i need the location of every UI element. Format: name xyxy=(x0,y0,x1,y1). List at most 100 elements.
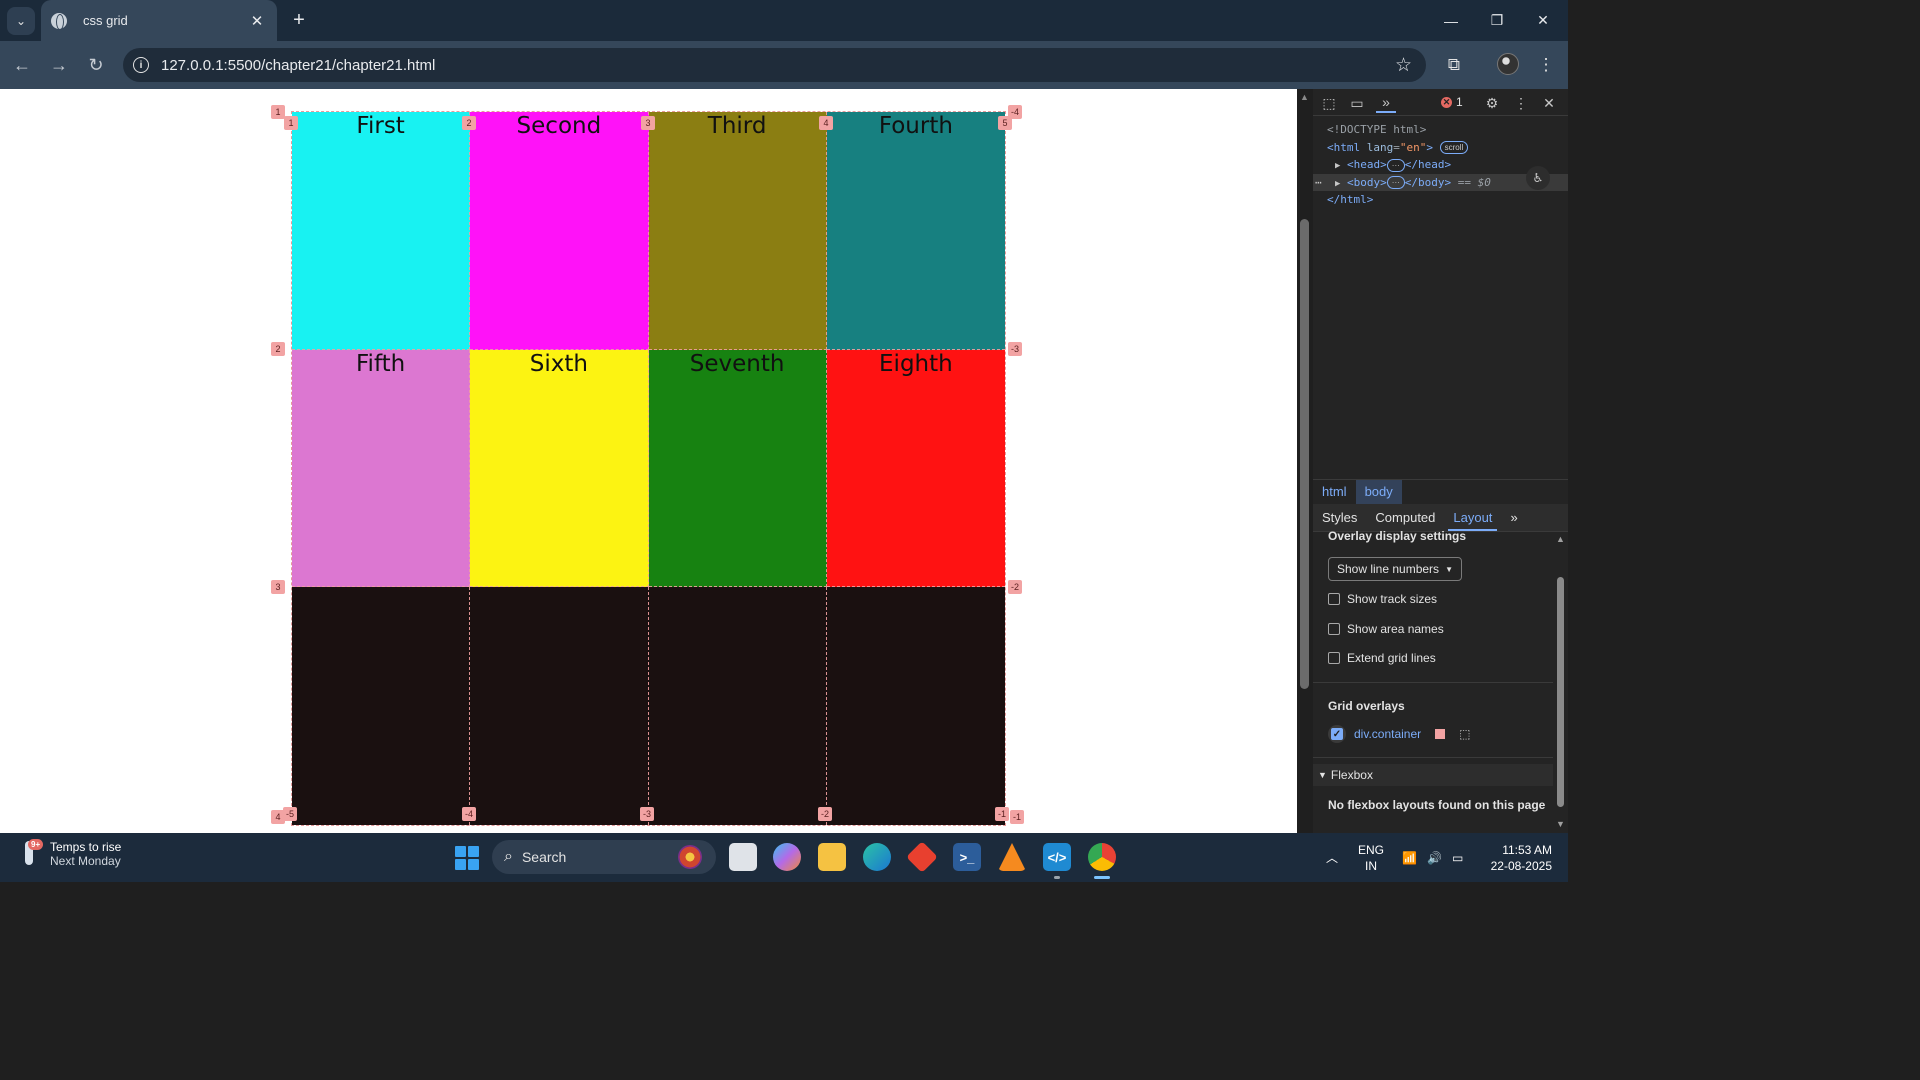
html-tag: <html xyxy=(1327,140,1361,154)
restore-icon[interactable]: ❐ xyxy=(1474,0,1520,41)
grid-line-badge: 2 xyxy=(271,342,285,356)
search-icon: ⌕ xyxy=(504,848,513,865)
grid-line-badge: 3 xyxy=(641,116,655,130)
grid-line-badge: 3 xyxy=(271,580,285,594)
overlay-settings-heading: Overlay display settings xyxy=(1328,529,1467,543)
dom-html-close[interactable]: </html> xyxy=(1313,191,1568,209)
devtools-menu-icon[interactable]: ⋮ xyxy=(1511,93,1531,113)
more-tabs-chevron-icon[interactable]: » xyxy=(1376,93,1396,113)
devtools-panel: ⬚ ▭ » ✕ 1 ⚙ ⋮ ✕ <!DOCTYPE html> <html la… xyxy=(1313,89,1568,833)
vlc-icon[interactable] xyxy=(998,843,1026,871)
tray-overflow-chevron-icon[interactable]: ︿ xyxy=(1326,833,1338,882)
grid-line-badge: -1 xyxy=(1010,810,1024,824)
page-scrollbar-thumb[interactable] xyxy=(1300,219,1309,689)
system-clock[interactable]: 11:53 AM 22-08-2025 xyxy=(1482,842,1552,874)
flexbox-section-header[interactable]: ▼ Flexbox xyxy=(1313,764,1553,786)
lang-attr: lang xyxy=(1366,140,1394,154)
expand-triangle-icon[interactable]: ▶ xyxy=(1335,179,1340,189)
window-close-icon[interactable]: ✕ xyxy=(1520,0,1566,41)
overlay-color-swatch[interactable] xyxy=(1435,729,1446,739)
bookmark-star-icon[interactable]: ☆ xyxy=(1395,54,1412,77)
minimize-icon[interactable]: — xyxy=(1428,0,1474,41)
volume-icon[interactable]: 🔊 xyxy=(1427,833,1442,882)
tab-layout[interactable]: Layout xyxy=(1444,504,1501,532)
extensions-puzzle-icon[interactable]: ⧉ xyxy=(1440,51,1468,79)
breadcrumb: html body xyxy=(1313,479,1568,504)
grid-overlay-item[interactable]: ✓ div.container ⬚ xyxy=(1328,725,1471,743)
grid-item-label: Fifth xyxy=(356,350,406,377)
wifi-icon[interactable]: 📶 xyxy=(1402,833,1417,882)
device-toolbar-icon[interactable]: ▭ xyxy=(1347,93,1367,113)
checkbox[interactable] xyxy=(1328,652,1340,664)
grid-item-1: First xyxy=(292,112,471,350)
taskbar-search-box[interactable]: ⌕ Search xyxy=(492,840,716,874)
search-highlight-icon xyxy=(678,845,702,869)
devtools-close-icon[interactable]: ✕ xyxy=(1539,93,1559,113)
start-windows-icon[interactable] xyxy=(455,846,479,870)
input-language-indicator[interactable]: ENG IN xyxy=(1358,842,1384,874)
vscode-icon[interactable]: </> xyxy=(1043,843,1071,879)
url-text[interactable]: 127.0.0.1:5500/chapter21/chapter21.html xyxy=(161,57,1395,74)
edge-browser-icon[interactable] xyxy=(863,843,891,871)
browser-tab[interactable]: css grid ✕ xyxy=(41,0,277,41)
checkbox[interactable] xyxy=(1328,593,1340,605)
file-explorer-icon[interactable] xyxy=(818,843,846,871)
line-label-select[interactable]: Show line numbers ▼ xyxy=(1328,557,1462,581)
scroll-up-arrow-icon[interactable]: ▲ xyxy=(1556,534,1565,544)
profile-avatar[interactable] xyxy=(1497,53,1519,75)
overlay-element-link[interactable]: div.container xyxy=(1354,727,1421,741)
forward-arrow-icon[interactable]: → xyxy=(45,51,73,79)
grid-line-badge: 1 xyxy=(284,116,298,130)
tab-styles[interactable]: Styles xyxy=(1313,504,1366,532)
breadcrumb-html[interactable]: html xyxy=(1313,480,1356,504)
node-options-ellipsis-icon[interactable]: ⋯ xyxy=(1315,174,1322,192)
site-info-icon[interactable]: i xyxy=(133,57,149,73)
scroll-down-arrow-icon[interactable]: ▼ xyxy=(1556,819,1565,829)
tab-search-chevron-icon[interactable]: ⌄ xyxy=(7,7,35,35)
weather-widget[interactable]: 9+ Temps to rise Next Monday xyxy=(20,839,121,869)
tab-computed[interactable]: Computed xyxy=(1366,504,1444,532)
show-area-names-option[interactable]: Show area names xyxy=(1328,622,1444,636)
collapsed-ellipsis[interactable]: ··· xyxy=(1386,176,1405,189)
layout-pane-scrollbar[interactable]: ▲ ▼ xyxy=(1553,532,1568,833)
scrollbar-thumb[interactable] xyxy=(1557,577,1564,807)
battery-icon[interactable]: ▭ xyxy=(1452,833,1463,882)
clock-date: 22-08-2025 xyxy=(1490,859,1552,873)
search-label: Search xyxy=(521,849,567,865)
reload-icon[interactable]: ↻ xyxy=(82,51,110,79)
copilot-icon[interactable] xyxy=(773,843,801,871)
checkbox-checked[interactable]: ✓ xyxy=(1331,728,1343,740)
tab-strip: ⌄ css grid ✕ + — ❐ ✕ xyxy=(0,0,1568,41)
more-subtabs-chevron-icon[interactable]: » xyxy=(1501,504,1526,532)
scroll-badge[interactable]: scroll xyxy=(1439,141,1469,154)
back-arrow-icon[interactable]: ← xyxy=(8,51,36,79)
expand-triangle-icon[interactable]: ▶ xyxy=(1335,161,1340,171)
grid-item-label: Seventh xyxy=(689,350,785,377)
powershell-icon[interactable]: >_ xyxy=(953,843,981,871)
settings-gear-icon[interactable]: ⚙ xyxy=(1482,93,1502,113)
dom-doctype[interactable]: <!DOCTYPE html> xyxy=(1313,121,1568,139)
breadcrumb-body[interactable]: body xyxy=(1355,479,1402,504)
overlay-checkbox-wrapper[interactable]: ✓ xyxy=(1328,725,1346,743)
extend-grid-lines-option[interactable]: Extend grid lines xyxy=(1328,651,1436,665)
collapsed-ellipsis[interactable]: ··· xyxy=(1386,158,1405,172)
new-tab-plus-icon[interactable]: + xyxy=(286,6,312,34)
chrome-icon[interactable] xyxy=(1088,843,1116,879)
scroll-up-arrow-icon[interactable]: ▲ xyxy=(1300,92,1309,102)
grid-line-badge: -3 xyxy=(640,807,654,821)
tab-close-icon[interactable]: ✕ xyxy=(245,12,269,30)
dom-html-node[interactable]: <html lang="en"> scroll xyxy=(1313,139,1568,157)
page-scrollbar[interactable]: ▲ xyxy=(1297,89,1313,833)
reveal-element-icon[interactable]: ⬚ xyxy=(1459,727,1470,741)
error-count-badge[interactable]: ✕ 1 xyxy=(1441,95,1463,109)
anydesk-icon[interactable] xyxy=(906,841,938,873)
show-track-sizes-option[interactable]: Show track sizes xyxy=(1328,592,1437,606)
checkbox[interactable] xyxy=(1328,623,1340,635)
browser-menu-icon[interactable]: ⋮ xyxy=(1532,51,1560,79)
error-count: 1 xyxy=(1456,95,1463,109)
address-bar[interactable]: i 127.0.0.1:5500/chapter21/chapter21.htm… xyxy=(123,48,1426,82)
collapse-triangle-icon: ▼ xyxy=(1318,770,1327,780)
task-view-icon[interactable] xyxy=(729,843,757,871)
inspect-element-icon[interactable]: ⬚ xyxy=(1319,93,1339,113)
accessibility-tree-icon[interactable]: ♿ xyxy=(1526,166,1550,190)
